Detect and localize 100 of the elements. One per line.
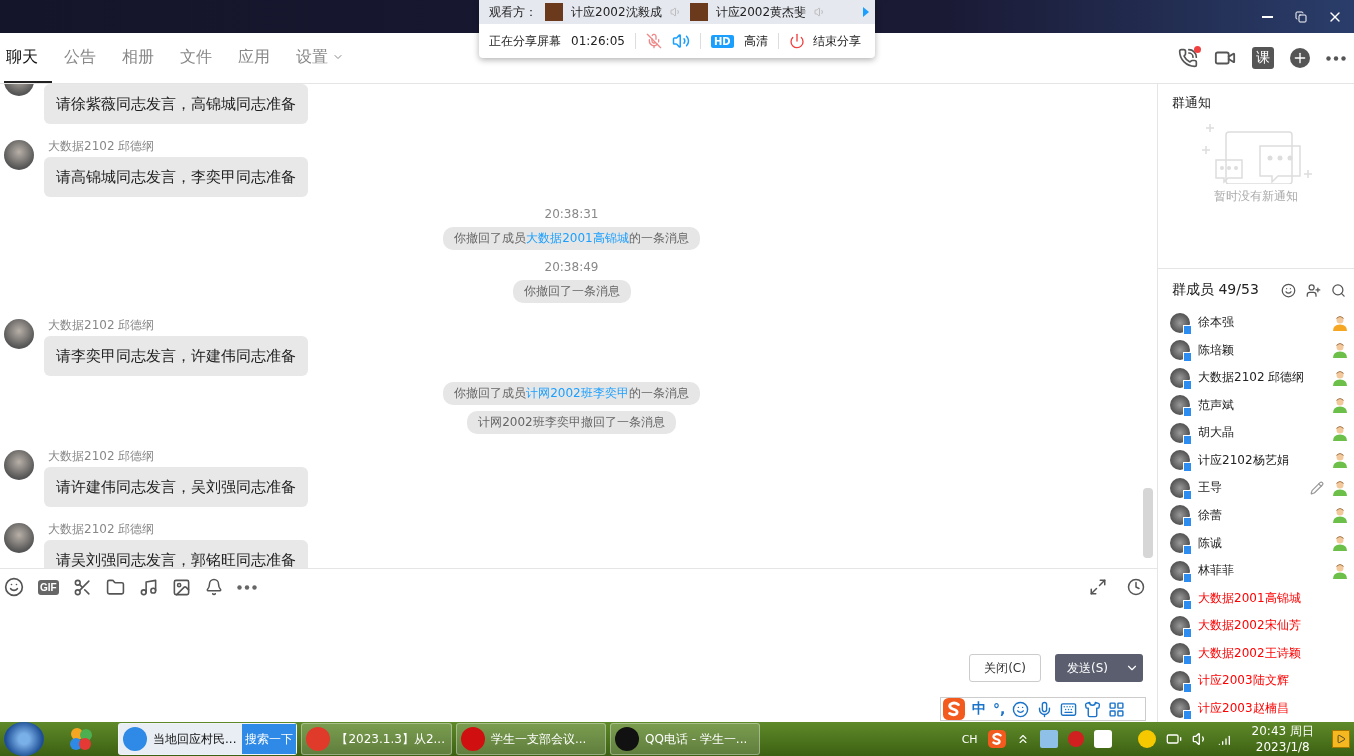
start-button[interactable]: [4, 722, 44, 756]
more-icon: [236, 584, 257, 590]
member-row[interactable]: 胡大晶: [1158, 419, 1354, 447]
message-bubble: 请高锦城同志发言，李奕甲同志准备: [44, 157, 308, 197]
speaker-button[interactable]: [671, 32, 690, 50]
member-row[interactable]: 陈诚: [1158, 529, 1354, 557]
avatar: [4, 523, 34, 553]
member-name: 计应2003陆文辉: [1198, 672, 1289, 690]
viewer-name: 计应2002黄杰斐: [715, 3, 807, 21]
member-row[interactable]: 计应2003赵楠昌: [1158, 694, 1354, 722]
tab[interactable]: 公告: [62, 33, 110, 83]
keyboard-icon: [1060, 700, 1078, 718]
message-bubble: 请吴刘强同志发言，郭铭旺同志准备: [44, 540, 308, 568]
member-row[interactable]: 林菲菲: [1158, 556, 1354, 585]
tray-app-icon: [1137, 730, 1156, 748]
notification-dot: [1194, 46, 1201, 53]
end-share-button[interactable]: 结束分享: [788, 32, 861, 50]
taskbar-button[interactable]: QQ电话 - 学生一...: [609, 723, 760, 755]
tab[interactable]: 设置: [294, 33, 346, 83]
member-row[interactable]: 大数据2002王诗颖: [1158, 639, 1354, 667]
member-name: 大数据2002宋仙芳: [1198, 617, 1301, 635]
member-row[interactable]: 大数据2102 邱德纲: [1158, 364, 1354, 392]
lesson-button[interactable]: 课: [1252, 47, 1274, 69]
taskbar-button[interactable]: 学生一支部会议...: [455, 723, 606, 755]
member-name: 大数据2002王诗颖: [1198, 644, 1301, 662]
minimize-icon: [1261, 15, 1273, 18]
message-bubble: 请李奕甲同志发言，许建伟同志准备: [44, 336, 308, 376]
tray-app-icon: [1093, 730, 1112, 748]
screenshot-button[interactable]: [72, 577, 92, 597]
show-desktop-button[interactable]: [1332, 730, 1350, 748]
device-badge-icon: [1183, 462, 1192, 473]
message-bubble: 请许建伟同志发言，吴刘强同志准备: [44, 467, 308, 507]
folder-icon: [105, 577, 125, 597]
recall-notice: 你撤回了成员大数据2001高锦城的一条消息: [443, 227, 700, 250]
taskbar-button[interactable]: 当地回应村民... 搜索一下: [118, 723, 298, 755]
sender-name: 大数据2102 邱德纲: [48, 521, 155, 538]
member-name: 徐蕾: [1198, 507, 1222, 524]
tab[interactable]: 文件: [178, 33, 226, 83]
member-row[interactable]: 徐本强: [1158, 309, 1354, 337]
smiley-icon: [1012, 700, 1030, 718]
ime-mode: 中: [972, 700, 986, 718]
device-badge-icon: [1183, 545, 1192, 555]
history-button[interactable]: [1127, 578, 1145, 596]
app-icon: [123, 727, 147, 751]
emoji-button[interactable]: [4, 577, 24, 597]
avatar: [4, 319, 34, 349]
member-row[interactable]: 陈培颖: [1158, 336, 1354, 365]
speaker-icon: [671, 32, 690, 50]
search-button[interactable]: [1331, 282, 1346, 298]
send-button[interactable]: 发送(S): [1055, 654, 1143, 682]
add-member-button[interactable]: [1306, 282, 1321, 298]
gif-button[interactable]: GIF: [38, 579, 59, 595]
restore-icon: [1295, 10, 1307, 23]
add-button[interactable]: [1290, 48, 1310, 68]
member-row[interactable]: 王导: [1158, 474, 1354, 502]
phone-icon: [1178, 48, 1198, 68]
recall-notice: 你撤回了一条消息: [512, 280, 631, 303]
member-name: 林菲菲: [1198, 562, 1234, 580]
member-row[interactable]: 计应2102杨艺娟: [1158, 446, 1354, 475]
app-icon: [306, 727, 331, 751]
more-button[interactable]: [1326, 55, 1346, 61]
member-row[interactable]: 计应2003陆文辉: [1158, 666, 1354, 695]
member-row[interactable]: 徐蕾: [1158, 501, 1354, 530]
member-name: 计应2102杨艺娟: [1198, 451, 1289, 469]
member-row[interactable]: 范声斌: [1158, 391, 1354, 420]
device-badge-icon: [1183, 710, 1192, 721]
member-name: 徐本强: [1198, 314, 1234, 332]
device-badge-icon: [1183, 407, 1192, 418]
bell-button[interactable]: [204, 578, 223, 596]
photo-placeholder: [689, 3, 708, 21]
message-time: 20:38:49: [544, 260, 599, 274]
more-button[interactable]: [236, 584, 257, 590]
member-row[interactable]: 大数据2001高锦城: [1158, 584, 1354, 612]
expand-button[interactable]: [1089, 578, 1107, 596]
image-icon: [171, 577, 191, 597]
sender-name: 大数据2102 邱德纲: [48, 138, 155, 155]
phone-button[interactable]: [1178, 48, 1198, 68]
avatar: [4, 140, 34, 170]
tab[interactable]: 相册: [120, 33, 168, 83]
power-icon: [788, 33, 805, 49]
close-button[interactable]: 关闭(C): [969, 654, 1041, 682]
folder-button[interactable]: [105, 577, 125, 597]
member-name: 胡大晶: [1198, 424, 1234, 442]
tab[interactable]: 应用: [236, 33, 284, 83]
play-icon: [1336, 734, 1346, 744]
sound-icon: [669, 6, 682, 18]
member-settings-button[interactable]: [1281, 282, 1296, 298]
share-status: 正在分享屏幕: [489, 32, 561, 50]
device-badge-icon: [1183, 627, 1192, 638]
empty-notice-text: 暂时没有新通知: [1214, 188, 1298, 205]
image-button[interactable]: [171, 577, 191, 597]
scroll-thumb[interactable]: [1143, 488, 1153, 558]
quality-label: 高清: [743, 32, 768, 50]
member-row[interactable]: 大数据2002宋仙芳: [1158, 611, 1354, 640]
taskbar-button[interactable]: 【2023.1.3】从2...: [301, 723, 452, 755]
shirt-icon: [1084, 700, 1102, 718]
plus-icon: [1292, 50, 1308, 66]
app-icon: [460, 727, 485, 751]
music-button[interactable]: [138, 577, 158, 597]
language-indicator: CH: [961, 732, 978, 746]
